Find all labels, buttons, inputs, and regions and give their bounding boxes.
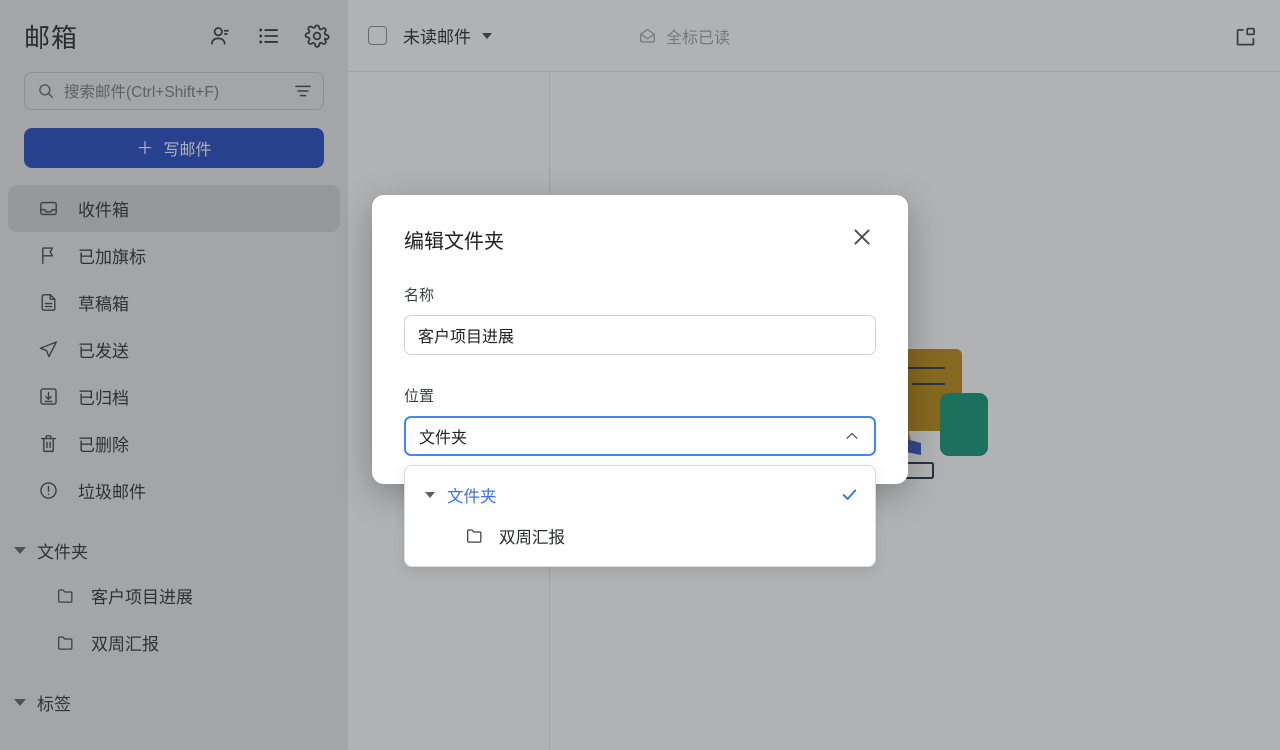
- caret-down-icon: [425, 491, 435, 498]
- close-icon[interactable]: [848, 223, 876, 251]
- location-dropdown-menu: 文件夹 双周汇报: [404, 465, 876, 567]
- dropdown-item-subfolder[interactable]: 双周汇报: [405, 515, 875, 556]
- location-field-label: 位置: [404, 388, 435, 405]
- chevron-up-icon: [843, 427, 861, 445]
- dropdown-item-label: 双周汇报: [499, 528, 565, 547]
- dialog-title: 编辑文件夹: [404, 231, 504, 253]
- folder-name-input[interactable]: [404, 315, 876, 355]
- location-select[interactable]: 文件夹: [404, 416, 876, 456]
- edit-folder-dialog: 编辑文件夹 名称 位置 文件夹 文件夹: [372, 195, 908, 567]
- folder-icon: [465, 526, 484, 545]
- name-field-label: 名称: [404, 287, 435, 304]
- dropdown-item-root-folder[interactable]: 文件夹: [405, 474, 875, 515]
- location-select-value: 文件夹: [419, 430, 468, 447]
- check-icon: [840, 485, 859, 504]
- dropdown-item-label: 文件夹: [447, 487, 497, 506]
- mail-app: 邮箱 搜索邮件(Ctrl+Shift+F) ＋ 写邮件 收件箱 已加旗标 草稿箱…: [0, 0, 1280, 750]
- dialog-header: 编辑文件夹: [404, 225, 876, 254]
